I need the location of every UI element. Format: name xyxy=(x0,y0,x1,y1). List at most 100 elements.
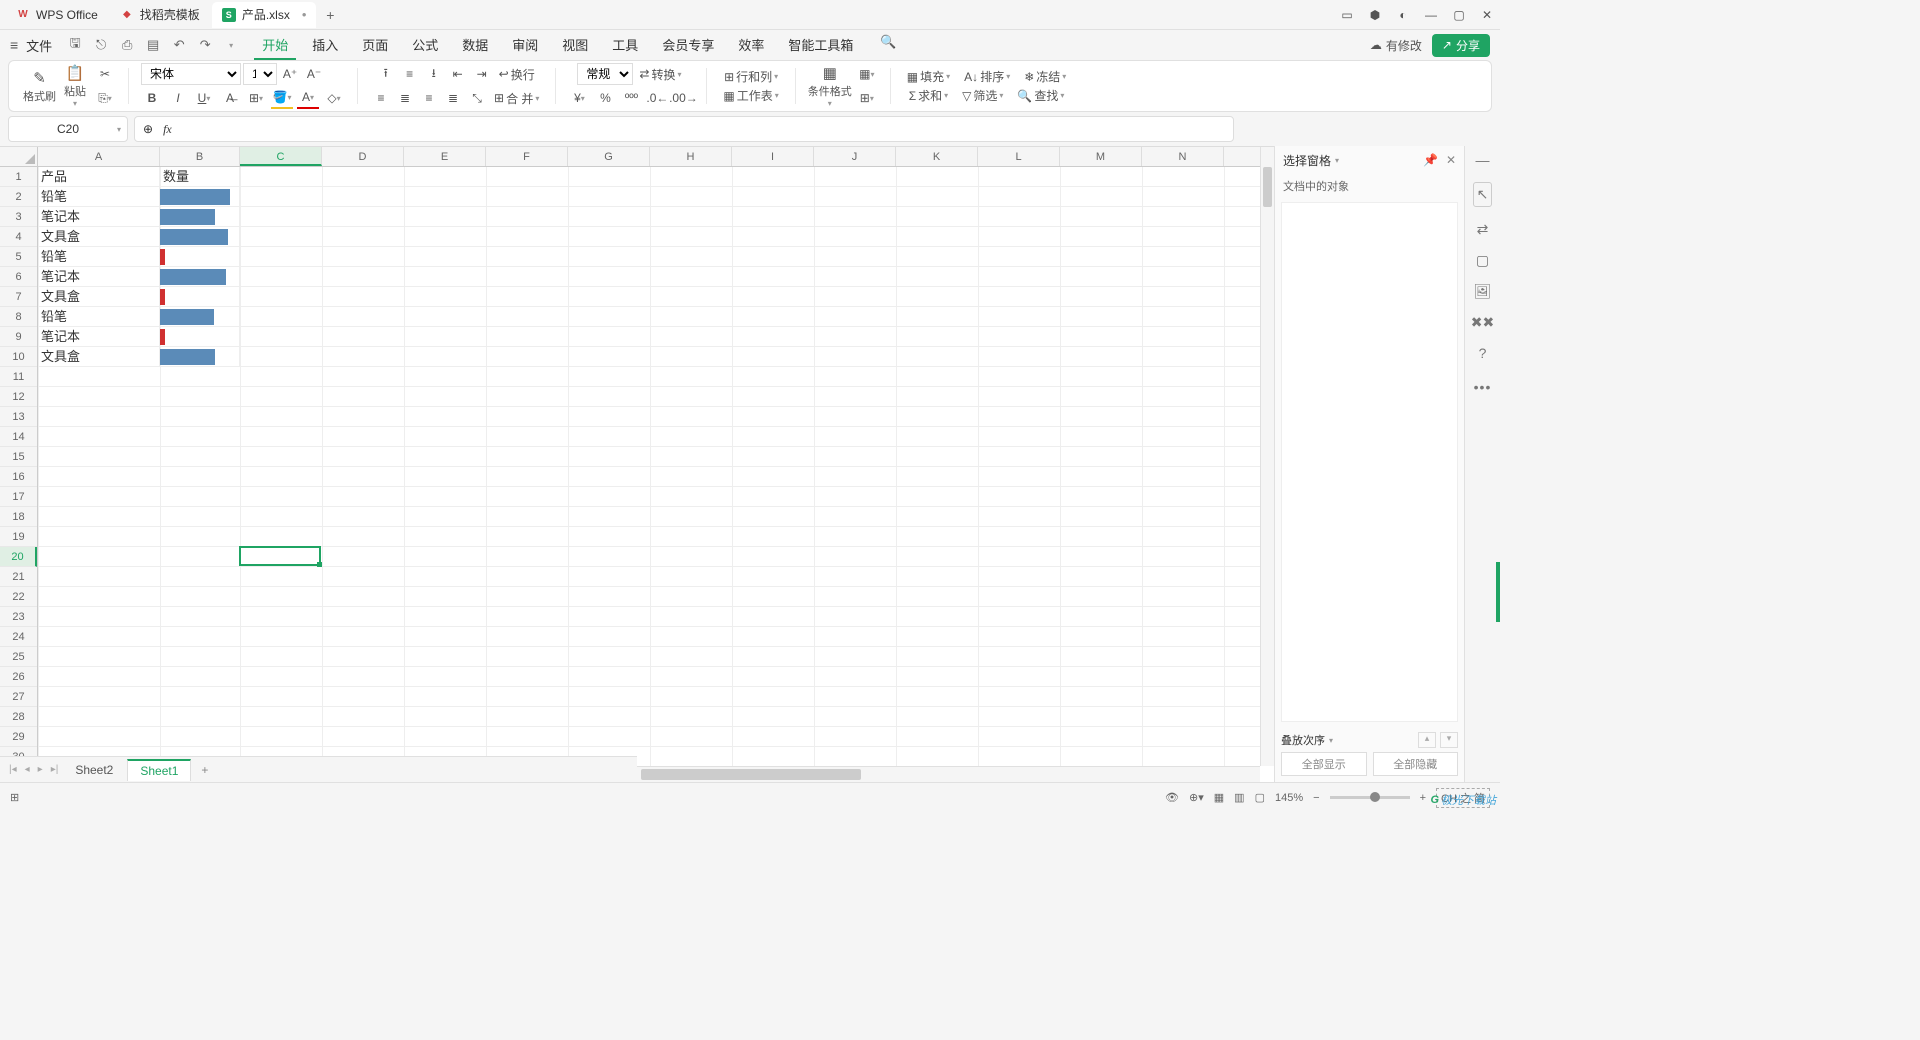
column-header[interactable]: J xyxy=(814,147,896,166)
row-header[interactable]: 10 xyxy=(0,347,37,367)
column-header[interactable]: F xyxy=(486,147,568,166)
link-icon[interactable]: ⎋ xyxy=(90,34,112,56)
cell[interactable]: 数量 xyxy=(160,167,240,187)
cell[interactable]: 笔记本 xyxy=(38,267,160,287)
preview-icon[interactable]: ▤ xyxy=(142,34,164,56)
row-header[interactable]: 18 xyxy=(0,507,37,527)
move-up-button[interactable]: ▴ xyxy=(1418,732,1436,748)
formula-bar[interactable]: ⊕ fx xyxy=(134,116,1234,142)
row-header[interactable]: 28 xyxy=(0,707,37,727)
name-box[interactable]: C20 ▾ xyxy=(8,116,128,142)
align-left-button[interactable]: ≡ xyxy=(370,87,392,109)
redo-button[interactable]: ↷ xyxy=(194,34,216,56)
tab-page[interactable]: 页面 xyxy=(354,31,396,60)
tab-insert[interactable]: 插入 xyxy=(304,31,346,60)
fill-button[interactable]: ▦填充▾ xyxy=(903,68,954,85)
column-header[interactable]: I xyxy=(732,147,814,166)
row-header[interactable]: 13 xyxy=(0,407,37,427)
cell-databar[interactable] xyxy=(160,267,240,287)
row-header[interactable]: 1 xyxy=(0,167,37,187)
pin-icon[interactable]: 📌 xyxy=(1423,153,1438,167)
reader-icon[interactable]: ▭ xyxy=(1340,8,1354,22)
font-color-button[interactable]: A▾ xyxy=(297,87,319,109)
settings-rail-icon[interactable]: ⇄ xyxy=(1477,221,1489,238)
indent-decrease-button[interactable]: ⇤ xyxy=(447,63,469,85)
align-top-button[interactable]: ⭱ xyxy=(375,63,397,85)
row-header[interactable]: 7 xyxy=(0,287,37,307)
indent-increase-button[interactable]: ⇥ xyxy=(471,63,493,85)
tab-wps-office[interactable]: W WPS Office xyxy=(6,2,108,28)
tab-data[interactable]: 数据 xyxy=(454,31,496,60)
zoom-out-button[interactable]: − xyxy=(1313,792,1319,804)
row-header[interactable]: 21 xyxy=(0,567,37,587)
vertical-scrollbar[interactable] xyxy=(1260,147,1274,766)
freeze-button[interactable]: ❄冻结▾ xyxy=(1020,68,1070,85)
row-header[interactable]: 15 xyxy=(0,447,37,467)
format-painter-button[interactable]: ✎格式刷 xyxy=(23,69,56,104)
tab-smart[interactable]: 智能工具箱 xyxy=(780,31,861,60)
tab-home[interactable]: 开始 xyxy=(254,31,296,60)
merge-button[interactable]: ⊞合 并▾ xyxy=(490,87,543,109)
close-button[interactable]: ✕ xyxy=(1480,8,1494,22)
more-rail-icon[interactable]: ••• xyxy=(1474,379,1492,395)
italic-button[interactable]: I xyxy=(167,87,189,109)
row-header[interactable]: 4 xyxy=(0,227,37,247)
tab-view[interactable]: 视图 xyxy=(554,31,596,60)
sum-button[interactable]: Σ求和▾ xyxy=(905,87,952,104)
column-header[interactable]: L xyxy=(978,147,1060,166)
column-header[interactable]: G xyxy=(568,147,650,166)
clear-format-button[interactable]: ◇▾ xyxy=(323,87,345,109)
currency-button[interactable]: ¥▾ xyxy=(568,87,590,109)
cell-databar[interactable] xyxy=(160,347,240,367)
find-button[interactable]: 🔍查找▾ xyxy=(1013,87,1068,104)
scroll-thumb[interactable] xyxy=(641,769,861,780)
has-changes-indicator[interactable]: ☁ 有修改 xyxy=(1370,37,1422,54)
view-page-icon[interactable]: ▥ xyxy=(1234,791,1244,804)
orientation-button[interactable]: ⤡ xyxy=(466,87,488,109)
column-header[interactable]: C xyxy=(240,147,322,166)
row-header[interactable]: 24 xyxy=(0,627,37,647)
print-icon[interactable]: ⎙ xyxy=(116,34,138,56)
search-icon[interactable]: 🔍 xyxy=(877,31,899,53)
font-name-select[interactable]: 宋体 xyxy=(141,63,241,85)
cell-styles-button[interactable]: ▦▾ xyxy=(856,63,878,85)
share-button[interactable]: ↗ 分享 xyxy=(1432,34,1490,57)
minimize-button[interactable]: — xyxy=(1424,8,1438,22)
bold-button[interactable]: B xyxy=(141,87,163,109)
save-icon[interactable]: 🖫 xyxy=(64,34,86,56)
increase-font-button[interactable]: A⁺ xyxy=(279,63,301,85)
row-header[interactable]: 25 xyxy=(0,647,37,667)
row-header[interactable]: 11 xyxy=(0,367,37,387)
zoom-icon[interactable]: ⊕ xyxy=(143,122,153,136)
column-header[interactable]: M xyxy=(1060,147,1142,166)
cube-icon[interactable]: ⬢ xyxy=(1368,8,1382,22)
cell-databar[interactable] xyxy=(160,187,240,207)
collapse-rail-icon[interactable]: — xyxy=(1476,152,1490,168)
view-break-icon[interactable]: ▢ xyxy=(1255,791,1265,804)
eye-icon[interactable]: 👁 xyxy=(1165,791,1179,804)
column-header[interactable]: N xyxy=(1142,147,1224,166)
conditional-format-button[interactable]: ▦条件格式▾ xyxy=(808,64,852,108)
row-header[interactable]: 12 xyxy=(0,387,37,407)
target-icon[interactable]: ⊕▾ xyxy=(1189,791,1204,804)
tab-efficiency[interactable]: 效率 xyxy=(730,31,772,60)
maximize-button[interactable]: ▢ xyxy=(1452,8,1466,22)
horizontal-scrollbar[interactable] xyxy=(637,766,1260,782)
close-icon[interactable]: ✕ xyxy=(1446,153,1456,167)
move-down-button[interactable]: ▾ xyxy=(1440,732,1458,748)
spreadsheet-grid[interactable]: 产品数量铅笔笔记本文具盒铅笔笔记本文具盒铅笔笔记本文具盒 xyxy=(38,167,1260,766)
row-header[interactable]: 23 xyxy=(0,607,37,627)
cell[interactable]: 笔记本 xyxy=(38,327,160,347)
decrease-font-button[interactable]: A⁻ xyxy=(303,63,325,85)
column-header[interactable]: A xyxy=(38,147,160,166)
cell[interactable]: 文具盒 xyxy=(38,227,160,247)
cell[interactable]: 铅笔 xyxy=(38,307,160,327)
cell[interactable]: 文具盒 xyxy=(38,287,160,307)
column-header[interactable]: E xyxy=(404,147,486,166)
fill-color-button[interactable]: 🪣▾ xyxy=(271,87,293,109)
cell-databar[interactable] xyxy=(160,307,240,327)
cell[interactable]: 笔记本 xyxy=(38,207,160,227)
paste-button[interactable]: 📋粘贴▾ xyxy=(60,64,90,108)
percent-button[interactable]: % xyxy=(594,87,616,109)
chevron-down-icon[interactable]: ▾ xyxy=(1335,156,1339,165)
